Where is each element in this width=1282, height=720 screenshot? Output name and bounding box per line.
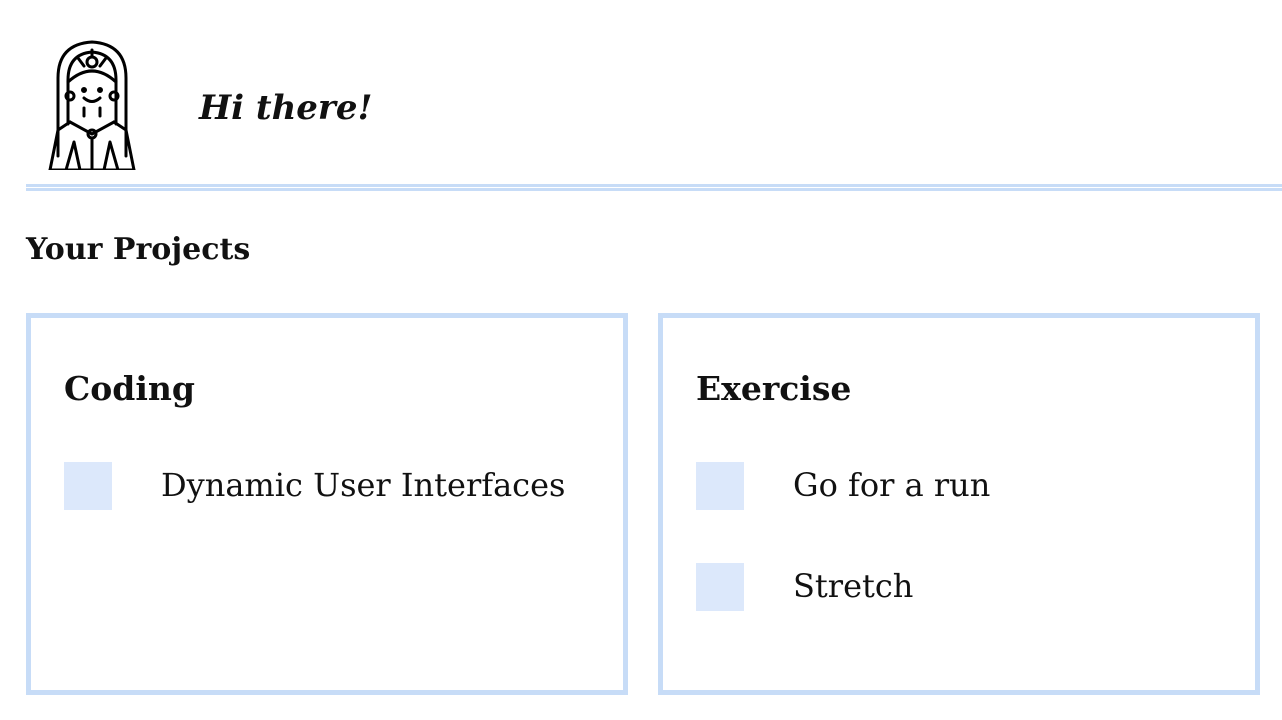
task-checkbox[interactable]: [696, 563, 744, 611]
project-title: Exercise: [696, 369, 852, 408]
project-title: Coding: [64, 369, 195, 408]
greeting-heading: Hi there!: [199, 88, 373, 128]
section-title: Your Projects: [26, 232, 251, 267]
task-checkbox[interactable]: [696, 462, 744, 510]
project-card-exercise: Exercise Go for a run Stretch: [658, 313, 1260, 695]
header-divider: [26, 188, 1282, 191]
header-divider: [26, 184, 1282, 187]
task-item: Go for a run: [696, 462, 1216, 510]
woman-avatar-icon: [46, 38, 138, 172]
task-item: Dynamic User Interfaces: [64, 462, 584, 510]
task-label: Dynamic User Interfaces: [161, 466, 566, 504]
project-card-coding: Coding Dynamic User Interfaces: [26, 313, 628, 695]
task-checkbox[interactable]: [64, 462, 112, 510]
page-header: Hi there!: [26, 30, 1282, 180]
task-label: Stretch: [793, 567, 914, 605]
task-item: Stretch: [696, 563, 1216, 611]
task-label: Go for a run: [793, 466, 991, 504]
